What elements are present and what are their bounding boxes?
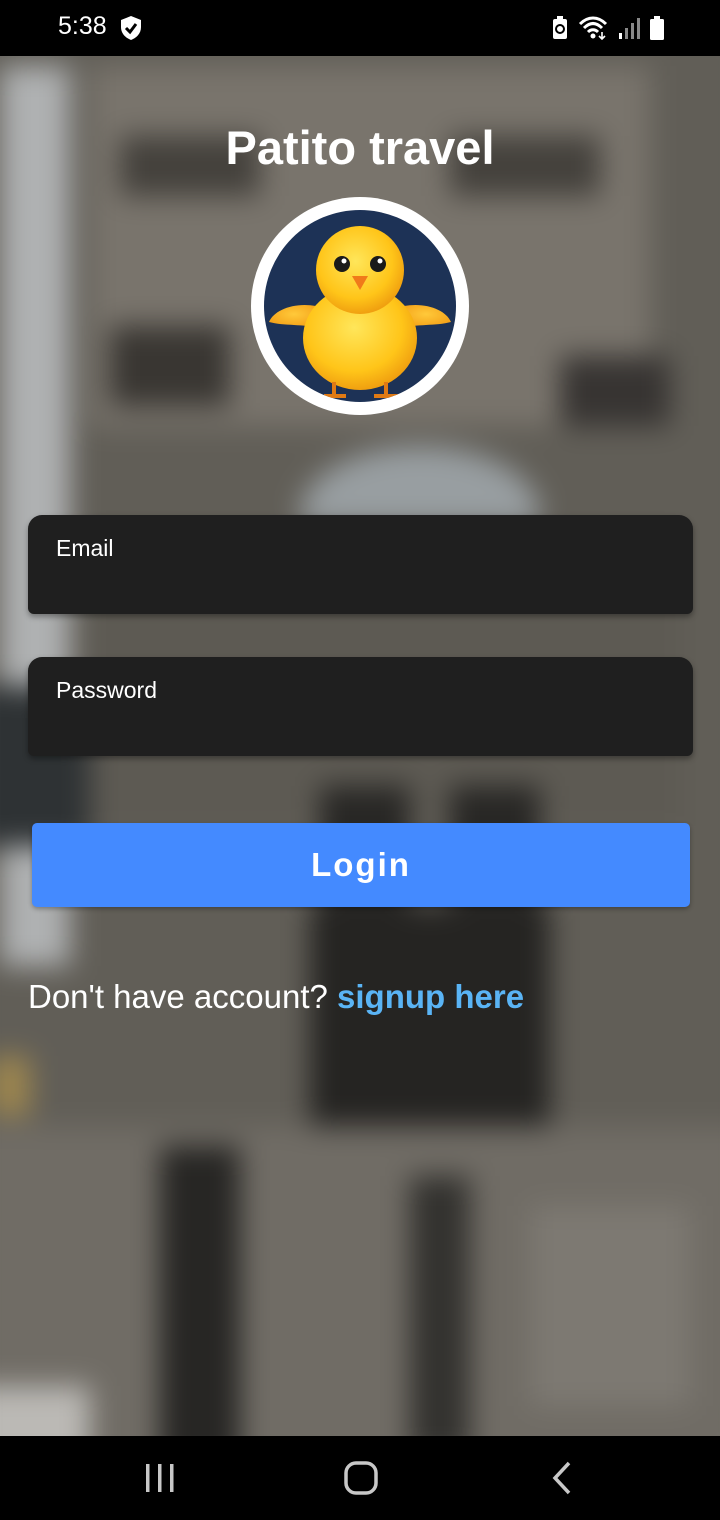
data-saver-icon [552, 16, 568, 40]
app-title: Patito travel [225, 121, 495, 174]
system-nav-bar [0, 1436, 720, 1520]
status-time: 5:38 [58, 12, 107, 40]
email-input[interactable] [56, 569, 670, 605]
battery-icon [650, 16, 664, 40]
password-field[interactable]: Password [28, 657, 693, 756]
back-icon[interactable] [541, 1456, 585, 1500]
status-bar: 5:38 [0, 0, 720, 56]
app-logo [251, 197, 469, 415]
home-icon[interactable] [339, 1456, 383, 1500]
signup-prompt: Don't have account? [28, 978, 338, 1015]
login-button[interactable]: Login [32, 823, 690, 907]
password-label: Password [56, 677, 157, 703]
email-label: Email [56, 535, 114, 561]
duck-chick-icon [269, 226, 451, 398]
wifi-icon [578, 16, 608, 40]
email-field[interactable]: Email [28, 515, 693, 614]
shield-check-icon [120, 15, 142, 41]
signup-link[interactable]: signup here [337, 978, 524, 1015]
recent-apps-icon[interactable] [138, 1456, 182, 1500]
signal-icon [618, 16, 640, 40]
status-icons [552, 14, 664, 42]
password-input[interactable] [56, 711, 670, 747]
signup-row: Don't have account? signup here [28, 978, 524, 1016]
